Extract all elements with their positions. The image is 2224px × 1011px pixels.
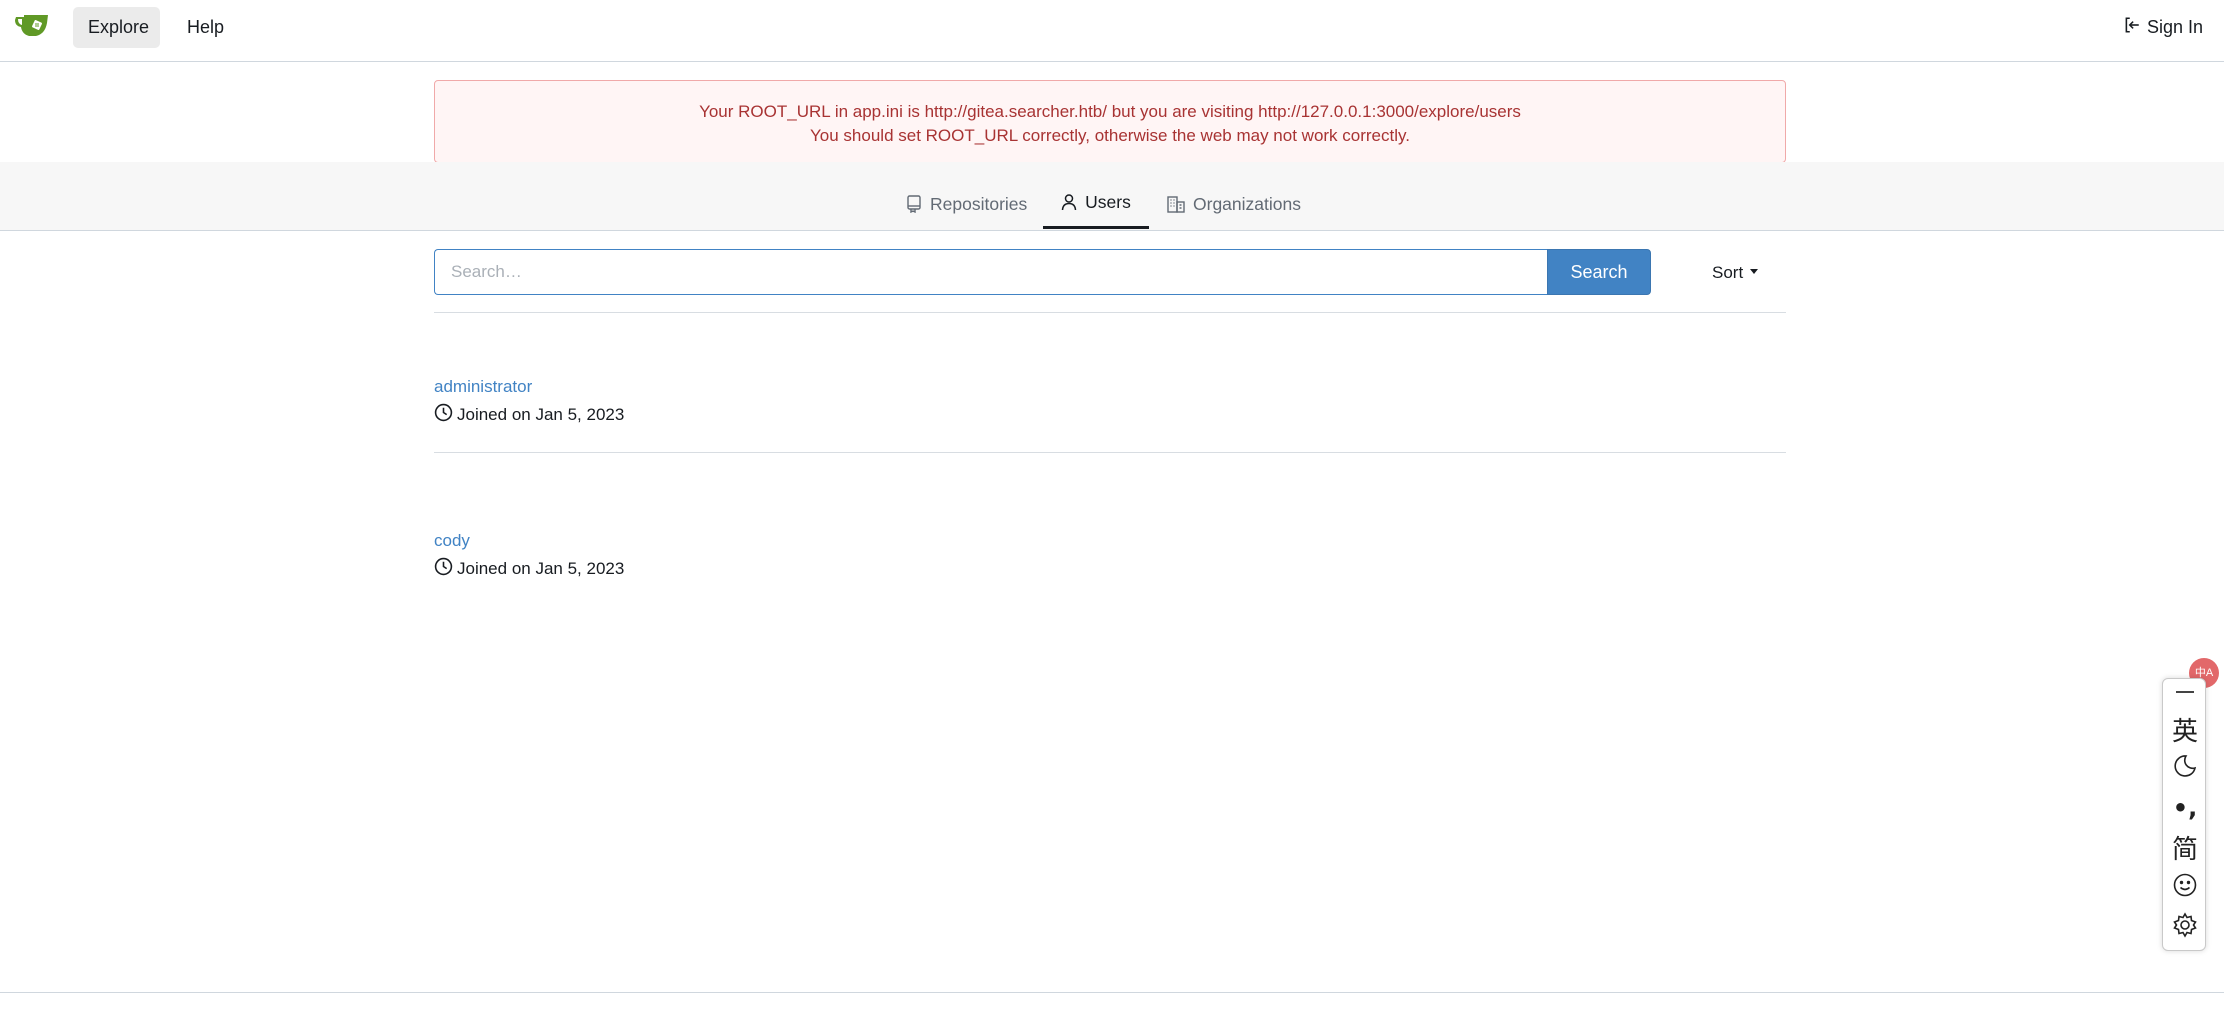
ime-emoji-button[interactable] bbox=[2163, 869, 2207, 905]
person-icon bbox=[1061, 193, 1077, 211]
ime-moon-button[interactable] bbox=[2163, 750, 2207, 786]
search-divider bbox=[434, 312, 1786, 313]
ime-english-toggle[interactable]: 英 bbox=[2163, 711, 2207, 747]
joined-date: Joined on Jan 5, 2023 bbox=[457, 559, 625, 578]
user-link-administrator[interactable]: administrator bbox=[434, 377, 532, 397]
ime-collapse-button[interactable] bbox=[2163, 681, 2207, 703]
sign-in-icon bbox=[2123, 16, 2141, 39]
user-divider bbox=[434, 452, 1786, 453]
sort-label: Sort bbox=[1712, 263, 1744, 282]
root-url-warning: Your ROOT_URL in app.ini is http://gitea… bbox=[434, 80, 1786, 163]
ime-settings-button[interactable] bbox=[2163, 909, 2207, 945]
smiley-icon bbox=[2172, 872, 2198, 902]
user-link-cody[interactable]: cody bbox=[434, 531, 470, 551]
gear-icon bbox=[2172, 912, 2198, 942]
gitea-logo-icon[interactable] bbox=[14, 12, 54, 40]
footer-divider bbox=[0, 992, 2224, 993]
caret-down-icon bbox=[1750, 269, 1759, 274]
joined-date: Joined on Jan 5, 2023 bbox=[457, 405, 625, 424]
explore-tab-bar: Repositories Users Organizations bbox=[0, 162, 2224, 231]
top-navbar: Explore Help Sign In bbox=[0, 0, 2224, 62]
moon-icon bbox=[2172, 753, 2198, 783]
tab-users[interactable]: Users bbox=[1043, 162, 1149, 229]
nav-help[interactable]: Help bbox=[172, 7, 239, 48]
organization-icon bbox=[1167, 195, 1185, 213]
search-button[interactable]: Search bbox=[1547, 249, 1651, 295]
tab-repositories[interactable]: Repositories bbox=[906, 162, 1027, 230]
warning-line-2: You should set ROOT_URL correctly, other… bbox=[810, 126, 1410, 145]
tab-organizations[interactable]: Organizations bbox=[1167, 162, 1301, 230]
tab-organizations-label: Organizations bbox=[1193, 194, 1301, 214]
clock-icon bbox=[434, 557, 453, 581]
sort-dropdown[interactable]: Sort bbox=[1712, 263, 1759, 283]
nav-explore[interactable]: Explore bbox=[73, 7, 160, 48]
ime-toolbar: 英 •, 简 bbox=[2162, 678, 2206, 951]
tab-users-label: Users bbox=[1085, 192, 1131, 212]
minus-icon bbox=[2176, 691, 2194, 693]
user-joined-cody: Joined on Jan 5, 2023 bbox=[434, 557, 624, 581]
warning-line-1: Your ROOT_URL in app.ini is http://gitea… bbox=[699, 102, 1521, 121]
tab-repositories-label: Repositories bbox=[930, 194, 1028, 214]
sign-in-label: Sign In bbox=[2146, 17, 2203, 37]
ime-simplified-toggle[interactable]: 简 bbox=[2163, 829, 2207, 865]
clock-icon bbox=[434, 403, 453, 427]
search-input[interactable] bbox=[434, 249, 1548, 295]
user-joined-administrator: Joined on Jan 5, 2023 bbox=[434, 403, 624, 427]
ime-punctuation-toggle[interactable]: •, bbox=[2163, 790, 2207, 826]
repo-icon bbox=[906, 195, 922, 213]
sign-in-link[interactable]: Sign In bbox=[2123, 16, 2203, 39]
